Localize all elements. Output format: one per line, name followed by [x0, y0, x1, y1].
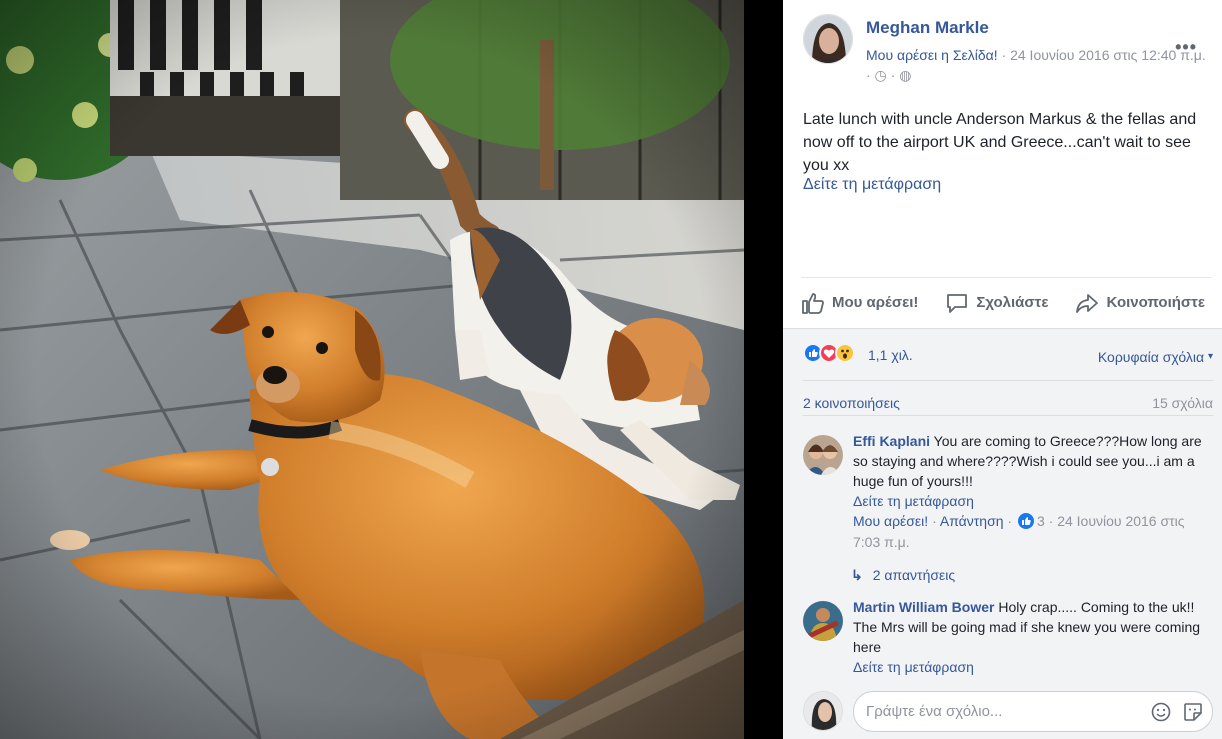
comment-input[interactable]: Γράψτε ένα σχόλιο...	[853, 691, 1213, 732]
separator: ·	[1007, 513, 1016, 529]
shares-count[interactable]: 2 κοινοποιήσεις	[803, 395, 900, 411]
chevron-down-icon: ▾	[1207, 351, 1213, 362]
comment-like-count[interactable]: 3	[1037, 513, 1045, 529]
feedback-section: 1,1 χιλ. Κορυφαία σχόλια ▾ 2 κοινοποιήσε…	[783, 328, 1222, 739]
current-user-avatar	[803, 691, 843, 731]
like-page-link[interactable]: Μου αρέσει η Σελίδα!	[866, 47, 998, 63]
see-translation-link[interactable]: Δείτε τη μετάφραση	[803, 176, 941, 194]
top-comments-dropdown[interactable]: Κορυφαία σχόλια ▾	[1098, 349, 1213, 365]
post-text: Late lunch with uncle Anderson Markus & …	[803, 111, 1197, 174]
comment-body: Effi Kaplani You are coming to Greece???…	[853, 431, 1203, 553]
comment-like-link[interactable]: Μου αρέσει!	[853, 513, 928, 529]
comment-composer: Γράψτε ένα σχόλιο...	[803, 689, 1213, 733]
sticker-icon[interactable]	[1182, 701, 1204, 723]
comment-button-label: Σχολιάστε	[976, 294, 1049, 311]
separator: ·	[1048, 513, 1058, 529]
comments-count[interactable]: 15 σχόλια	[1152, 395, 1213, 411]
reaction-count[interactable]: 1,1 χιλ.	[868, 347, 913, 363]
share-arrow-icon	[1076, 293, 1099, 313]
meta-separator: ·	[1001, 47, 1011, 63]
like-icon	[1017, 513, 1034, 529]
more-options-icon[interactable]: •••	[1175, 38, 1197, 56]
dogs-photo-image	[0, 0, 744, 739]
view-replies-link[interactable]: ↳ 2 απαντήσεις	[851, 567, 955, 584]
reactions-row: 1,1 χιλ. Κορυφαία σχόλια ▾	[803, 343, 1213, 367]
share-button-label: Κοινοποιήστε	[1106, 294, 1205, 311]
like-button[interactable]: Μου αρέσει!	[801, 292, 918, 314]
thumbs-up-icon	[802, 292, 824, 314]
comment-see-translation[interactable]: Δείτε τη μετάφραση	[853, 657, 1203, 677]
top-comments-label: Κορυφαία σχόλια	[1097, 349, 1205, 365]
post-author-name[interactable]: Meghan Markle	[866, 18, 989, 38]
commenter-name[interactable]: Effi Kaplani	[853, 433, 930, 449]
comment-bubble-icon	[947, 293, 968, 313]
counts-row: 2 κοινοποιήσεις 15 σχόλια	[803, 380, 1213, 416]
comment-see-translation[interactable]: Δείτε τη μετάφραση	[853, 491, 1203, 511]
comment-input-icons	[1150, 701, 1204, 723]
post-photo[interactable]	[0, 0, 744, 739]
post-timestamp[interactable]: 24 Ιουνίου 2016 στις 12:40	[1010, 47, 1176, 63]
separator: ·	[932, 513, 940, 529]
commenter-name[interactable]: Martin William Bower	[853, 599, 994, 615]
replies-count: 2 απαντήσεις	[872, 567, 956, 583]
comment-reply-link[interactable]: Απάντηση	[940, 513, 1004, 529]
post-header: Meghan Markle Μου αρέσει η Σελίδα! · 24 …	[803, 14, 1206, 85]
author-avatar[interactable]	[803, 14, 853, 64]
commenter-avatar[interactable]	[803, 435, 843, 475]
emoji-icon[interactable]	[1150, 701, 1172, 723]
post-meta: Μου αρέσει η Σελίδα! · 24 Ιουνίου 2016 σ…	[866, 45, 1206, 85]
comment-button[interactable]: Σχολιάστε	[945, 292, 1048, 314]
reply-arrow-icon: ↳	[851, 567, 863, 583]
comment-body: Martin William Bower Holy crap..... Comi…	[853, 597, 1203, 677]
comment-input-placeholder: Γράψτε ένα σχόλιο...	[866, 703, 1003, 720]
comment-actions: Μου αρέσει! · Απάντηση · 3 · 24 Ιουνίου …	[853, 511, 1203, 553]
wow-icon	[835, 343, 855, 363]
reaction-icons[interactable]	[803, 343, 855, 363]
like-button-label: Μου αρέσει!	[832, 294, 919, 311]
commenter-avatar[interactable]	[803, 601, 843, 641]
post-action-bar: Μου αρέσει! Σχολιάστε Κοινοποιήστε	[801, 277, 1211, 327]
share-button[interactable]: Κοινοποιήστε	[1075, 292, 1205, 314]
post-panel: Meghan Markle Μου αρέσει η Σελίδα! · 24 …	[783, 0, 1222, 739]
